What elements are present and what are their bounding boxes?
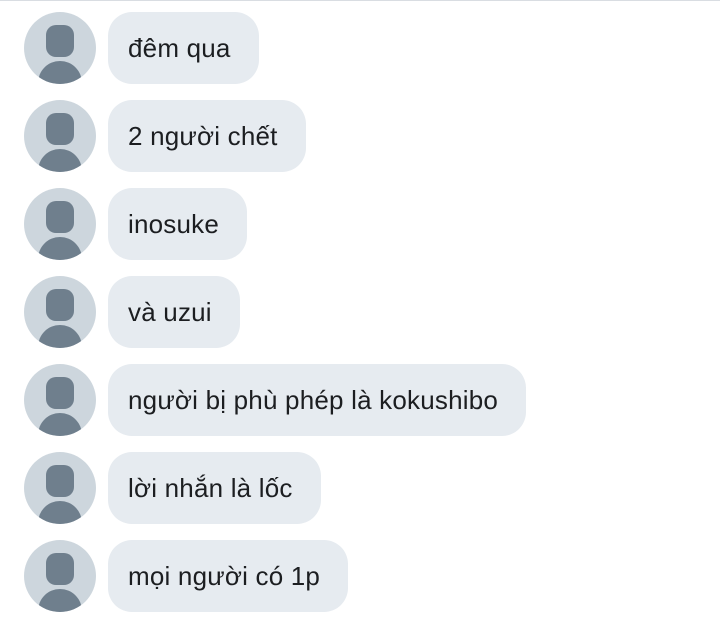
message-bubble[interactable]: mọi người có 1p (108, 540, 349, 612)
message-thread: đêm qua 2 người chết inosuke và uzui ngư… (24, 12, 714, 628)
default-user-icon-body (38, 589, 82, 612)
message-row: inosuke (24, 188, 714, 260)
default-user-icon (46, 201, 74, 233)
avatar[interactable] (24, 364, 96, 436)
message-bubble[interactable]: và uzui (108, 276, 240, 348)
message-row: người bị phù phép là kokushibo (24, 364, 714, 436)
message-bubble[interactable]: người bị phù phép là kokushibo (108, 364, 527, 436)
avatar[interactable] (24, 276, 96, 348)
message-row: lời nhắn là lốc (24, 452, 714, 524)
message-row: và uzui (24, 276, 714, 348)
message-bubble[interactable]: lời nhắn là lốc (108, 452, 321, 524)
message-row: đêm qua (24, 12, 714, 84)
message-row: mọi người có 1p (24, 540, 714, 612)
default-user-icon-body (38, 325, 82, 348)
default-user-icon (46, 465, 74, 497)
default-user-icon (46, 113, 74, 145)
avatar[interactable] (24, 452, 96, 524)
default-user-icon (46, 289, 74, 321)
default-user-icon-body (38, 149, 82, 172)
message-bubble[interactable]: inosuke (108, 188, 248, 260)
default-user-icon (46, 553, 74, 585)
message-row: 2 người chết (24, 100, 714, 172)
message-bubble[interactable]: đêm qua (108, 12, 259, 84)
avatar[interactable] (24, 100, 96, 172)
default-user-icon-body (38, 61, 82, 84)
avatar[interactable] (24, 12, 96, 84)
default-user-icon-body (38, 413, 82, 436)
avatar[interactable] (24, 188, 96, 260)
default-user-icon-body (38, 501, 82, 524)
top-divider (0, 0, 720, 1)
message-bubble[interactable]: 2 người chết (108, 100, 306, 172)
default-user-icon (46, 377, 74, 409)
default-user-icon (46, 25, 74, 57)
avatar[interactable] (24, 540, 96, 612)
default-user-icon-body (38, 237, 82, 260)
